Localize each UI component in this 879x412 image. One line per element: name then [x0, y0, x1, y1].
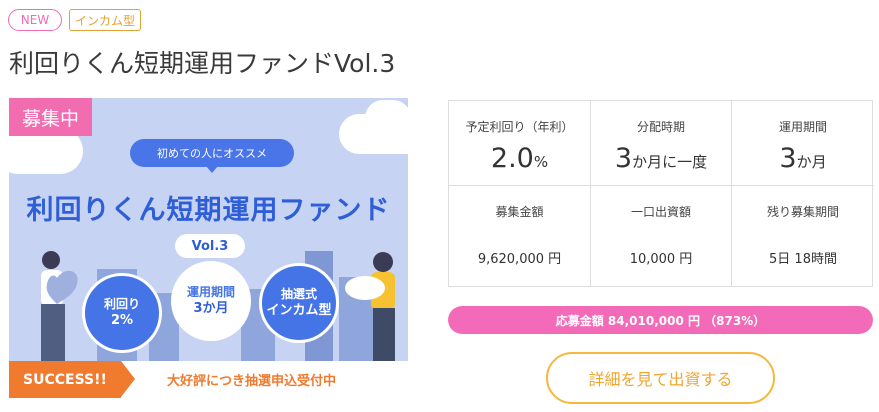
distribution-cell: 分配時期 3か月に一度 [591, 101, 732, 186]
yield-label: 予定利回り（年利） [465, 120, 574, 134]
circle-value: 2% [110, 313, 134, 329]
fund-info-grid: 予定利回り（年利） 2.0% 分配時期 3か月に一度 運用期間 3か月 募集金額… [448, 100, 874, 287]
success-message: 大好評につき抽選申込受付中 [167, 374, 337, 389]
catch-copy: 初めての人にオススメ [130, 139, 294, 173]
distribution-value: 3か月に一度 [591, 143, 731, 174]
period-cell: 運用期間 3か月 [732, 101, 874, 186]
period-value: 3か月 [732, 143, 874, 174]
success-label: SUCCESS!! [9, 361, 135, 398]
fund-banner[interactable]: 初めての人にオススメ 利回りくん短期運用ファンド Vol.3 利回り 2% 運用… [9, 98, 408, 398]
cloud-icon [365, 100, 408, 136]
woman-holding-heart-icon [41, 251, 78, 361]
invest-details-button[interactable]: 詳細を見て出資する [546, 352, 775, 404]
remaining-value: 5日 18時間 [769, 252, 837, 267]
amount-value: 9,620,000 円 [477, 252, 562, 267]
fund-type-badge: インカム型 [69, 9, 141, 31]
new-badge: NEW [8, 9, 62, 31]
period-circle: 運用期間 3か月 [171, 261, 251, 341]
banner-title: 利回りくん短期運用ファンド [26, 195, 391, 226]
fund-title: 利回りくん短期運用ファンドVol.3 [9, 49, 396, 78]
yield-circle: 利回り 2% [82, 273, 162, 353]
yield-cell: 予定利回り（年利） 2.0% [449, 101, 591, 186]
period-label: 運用期間 [778, 120, 827, 134]
circle-label: 抽選式 [280, 286, 317, 301]
unit-price-label: 一口出資額 [630, 205, 691, 219]
progress-text: 応募金額 84,010,000 円 （873%） [555, 313, 766, 328]
banner-illustration: 初めての人にオススメ 利回りくん短期運用ファンド Vol.3 利回り 2% 運用… [9, 98, 408, 361]
unit-price-value: 10,000 円 [629, 252, 693, 267]
circle-value: インカム型 [266, 303, 332, 319]
type-circle: 抽選式 インカム型 [259, 263, 339, 343]
amount-label: 募集金額 [495, 205, 544, 219]
distribution-unit: か月に一度 [632, 153, 708, 171]
remaining-label: 残り募集期間 [766, 205, 839, 219]
circle-label: 利回り [103, 296, 140, 311]
unit-price-cell: 一口出資額 10,000 円 [591, 186, 732, 286]
circle-label: 運用期間 [186, 284, 235, 299]
distribution-number: 3 [614, 143, 633, 174]
yield-number: 2.0 [490, 143, 534, 174]
period-unit: か月 [796, 153, 827, 171]
yield-value: 2.0% [449, 143, 590, 174]
period-number: 3 [779, 143, 797, 174]
vol-pill: Vol.3 [175, 234, 245, 258]
recruiting-status-tag: 募集中 [9, 98, 92, 136]
application-progress-bar: 応募金額 84,010,000 円 （873%） [448, 306, 873, 334]
amount-cell: 募集金額 9,620,000 円 [449, 186, 591, 286]
circle-value: 3か月 [193, 301, 229, 317]
yield-unit: % [533, 153, 549, 171]
man-holding-cloud-icon [345, 252, 395, 361]
remaining-cell: 残り募集期間 5日 18時間 [732, 186, 874, 286]
distribution-label: 分配時期 [636, 120, 685, 134]
